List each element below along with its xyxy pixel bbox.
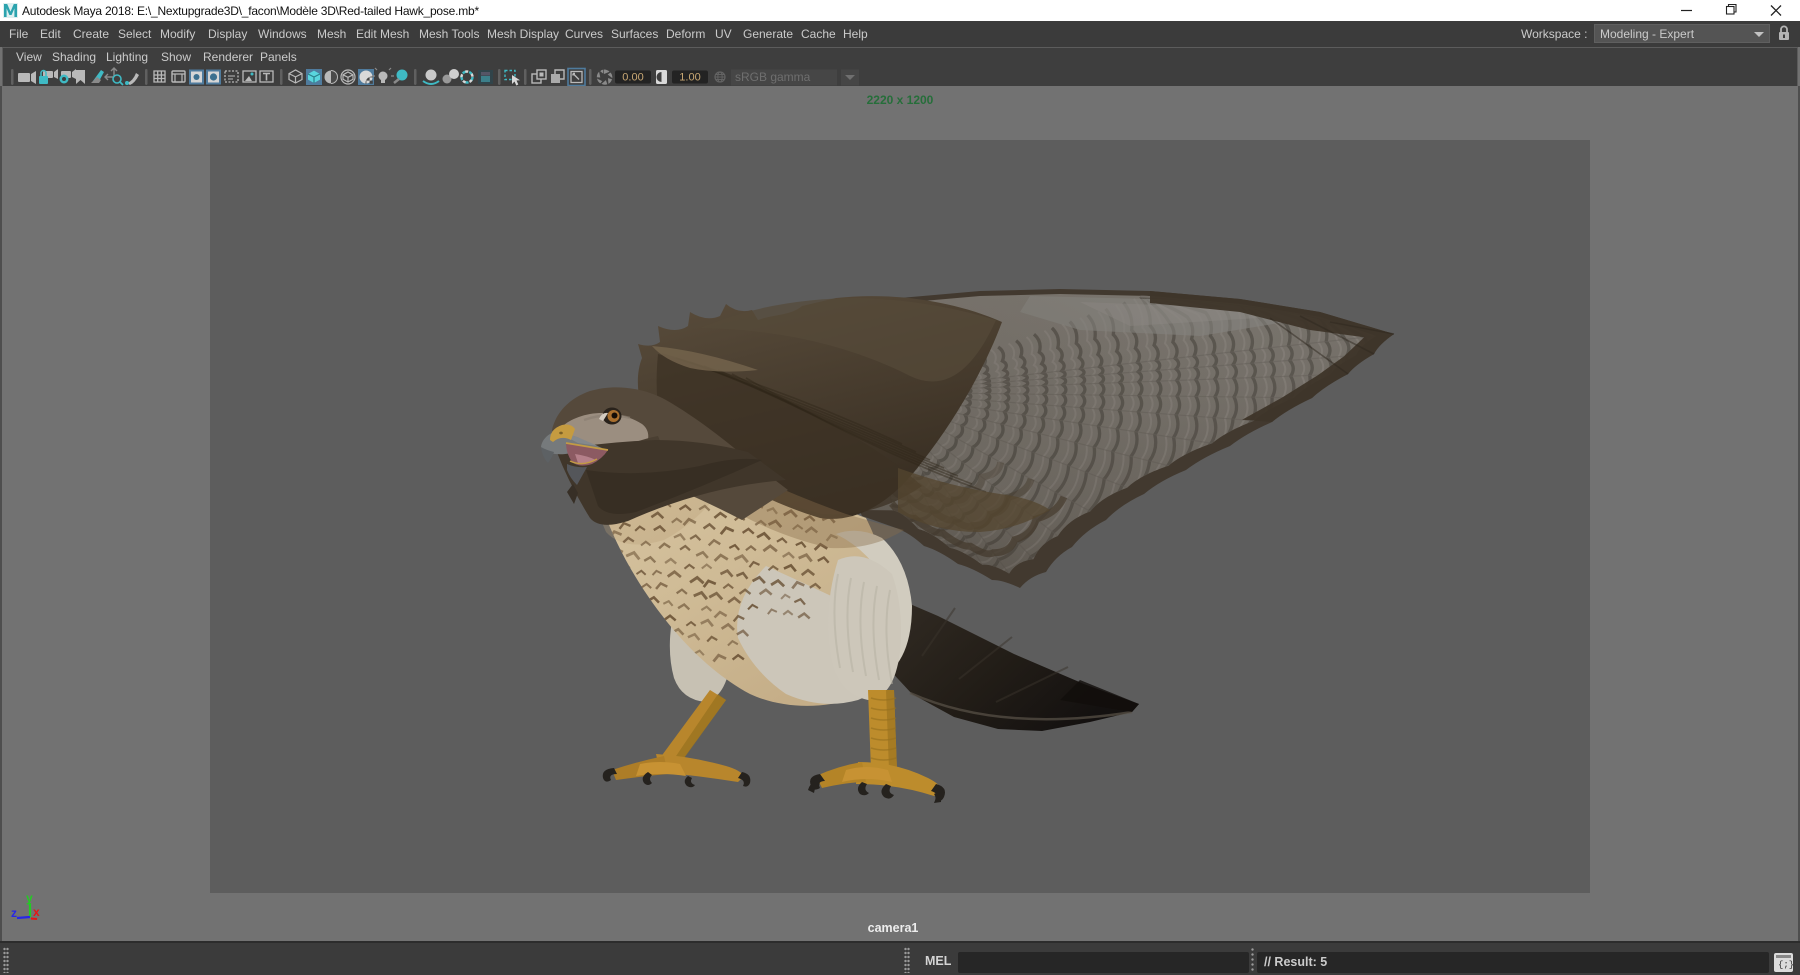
svg-text:y: y [26, 891, 33, 905]
svg-text:sRGB gamma: sRGB gamma [735, 70, 811, 84]
svg-text:{;}: {;} [1778, 960, 1793, 970]
svg-text:x: x [33, 905, 40, 919]
svg-text:0.00: 0.00 [622, 72, 643, 84]
svg-text:z: z [11, 906, 17, 920]
svg-text:1.00: 1.00 [679, 72, 700, 84]
